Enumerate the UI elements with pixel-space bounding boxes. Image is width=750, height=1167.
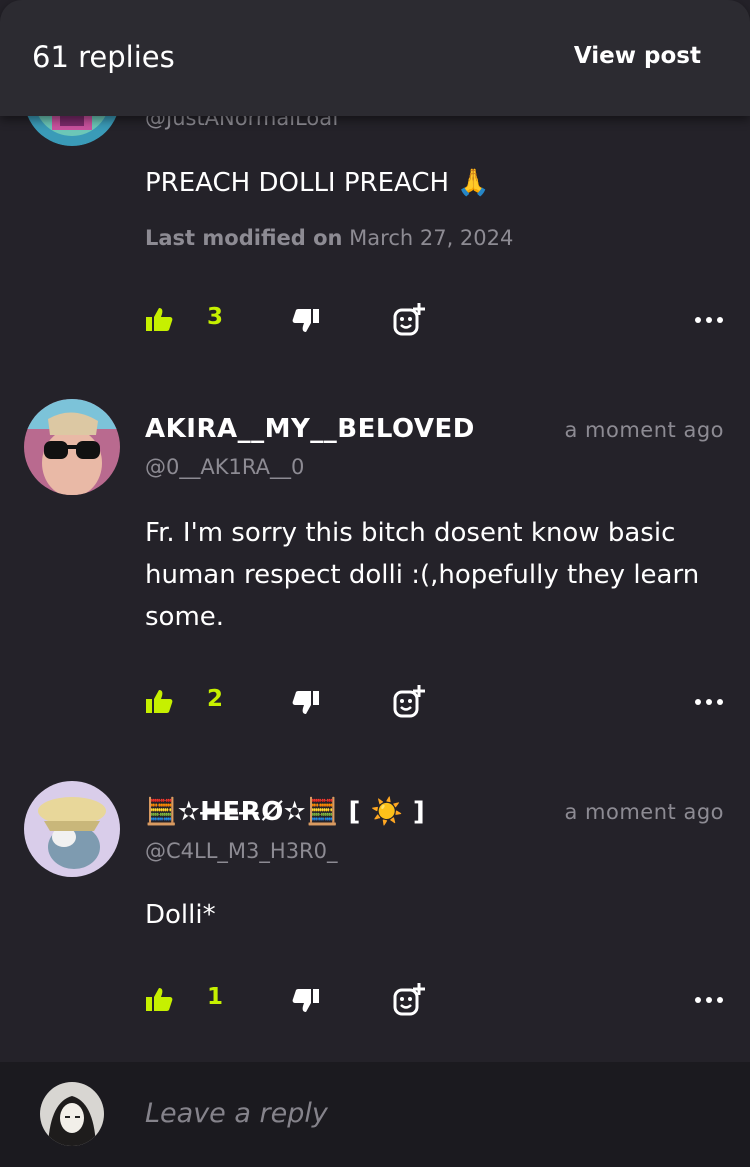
replies-header: 61 replies View post bbox=[0, 0, 750, 116]
current-user-avatar bbox=[40, 1082, 104, 1146]
comment-username[interactable]: 🧮✫H̶E̶R̶Ø✫🧮 [ ☀️ ] bbox=[145, 797, 425, 827]
reply-bar: Leave a reply bbox=[0, 1062, 750, 1167]
avatar[interactable] bbox=[24, 781, 120, 877]
comment-body: Dolli* bbox=[145, 900, 216, 930]
view-post-button[interactable]: View post bbox=[574, 43, 701, 69]
comment-actions: 1 bbox=[0, 980, 750, 1020]
replies-count: 61 replies bbox=[32, 40, 175, 74]
add-reaction-icon[interactable] bbox=[391, 980, 427, 1020]
thumbs-down-icon[interactable] bbox=[292, 980, 320, 1020]
reply-input[interactable]: Leave a reply bbox=[145, 1098, 328, 1129]
comment-handle[interactable]: @C4LL_M3_H3R0_ bbox=[145, 839, 338, 863]
comment-timestamp: a moment ago bbox=[564, 800, 724, 824]
comment: 🧮✫H̶E̶R̶Ø✫🧮 [ ☀️ ] a moment ago @C4LL_M3… bbox=[0, 0, 750, 1050]
more-options-icon[interactable] bbox=[694, 980, 724, 1020]
like-count: 1 bbox=[207, 984, 224, 1010]
thumbs-up-icon[interactable] bbox=[145, 980, 173, 1020]
